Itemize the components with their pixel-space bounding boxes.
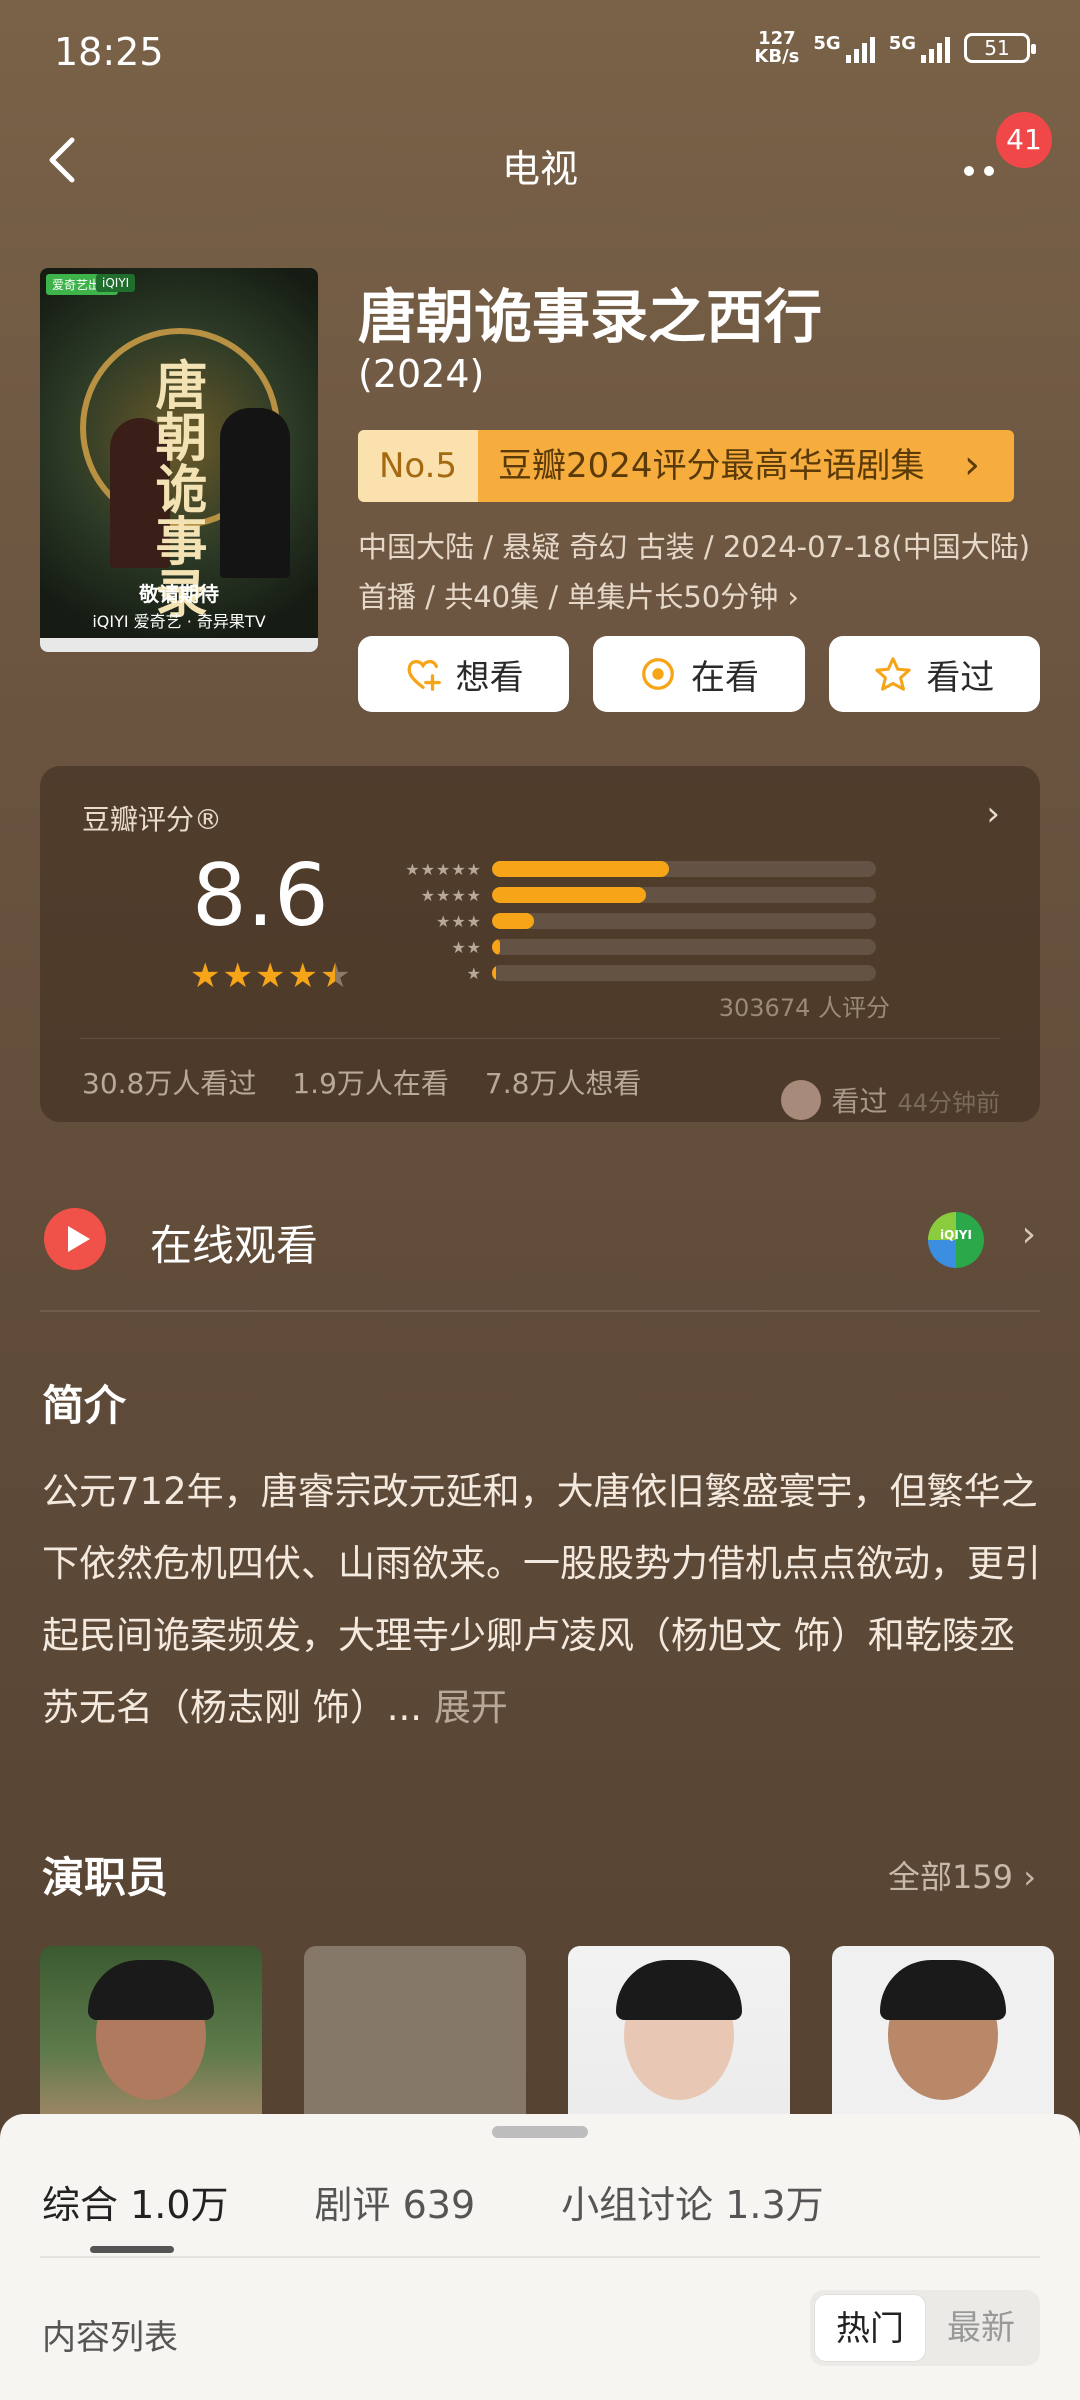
tab-overview[interactable]: 综合 1.0万 [42,2174,229,2229]
watch-online-label: 在线观看 [150,1221,319,1270]
rating-card[interactable]: 豆瓣评分® › 8.6 ★ ★ ★ ★ ★ ★★★★★ ★★★★ ★★★ ★★ ★ 30… [40,766,1040,1122]
dot-icon [964,166,974,176]
my-status: 看过 44分钟前 [781,1080,1000,1120]
want-to-watch-button[interactable]: 想看 [358,636,570,712]
cast-all-link[interactable]: 全部159 › [888,1852,1036,1898]
divider [40,1310,1040,1312]
status-icons: 127 KB/s 5G 5G 51 [754,28,1036,67]
rating-bar-track [492,965,876,981]
drag-handle[interactable] [492,2126,588,2138]
bottom-sheet: 综合 1.0万 剧评 639 小组讨论 1.3万 内容列表 热门 最新 [0,2114,1080,2400]
tab-indicator [90,2246,174,2253]
sort-latest-button[interactable]: 最新 [926,2294,1036,2362]
chevron-right-icon: › [964,430,1014,502]
watching-count: 1.9万人在看 [292,1067,449,1100]
intro-text: 公元712年，唐睿宗改元延和，大唐依旧繁盛寰宇，但繁华之下依然危机四伏、山雨欲来… [42,1470,1041,1729]
star-icon: ★ [190,956,221,996]
rating-distribution-row: ★★★ [392,908,932,934]
chevron-right-icon: › [1021,1214,1036,1255]
rating-distribution: ★★★★★ ★★★★ ★★★ ★★ ★ [392,856,932,986]
half-star-icon: ★ [319,956,351,996]
rating-bar-track [492,913,876,929]
my-status-time: 44分钟前 [897,1088,1000,1117]
rank-number: No.5 [358,430,478,502]
rating-distribution-row: ★ [392,960,932,986]
dot-icon [984,166,994,176]
rating-bar-track [492,887,876,903]
poster-figure [220,408,290,578]
watch-online-row[interactable]: 在线观看 iQIYI › [40,1200,1040,1280]
rating-bar-fill [492,887,646,903]
iqiyi-icon: iQIYI [928,1212,984,1268]
battery-icon: 51 [964,33,1036,63]
discussion-tabs: 综合 1.0万 剧评 639 小组讨论 1.3万 [42,2174,824,2229]
star-group-icon: ★★★★ [420,885,482,905]
cast-heading: 演职员 [42,1853,169,1902]
sort-hot-button[interactable]: 热门 [814,2294,926,2362]
intro-heading: 简介 [42,1381,127,1430]
rating-distribution-row: ★★ [392,934,932,960]
my-status-label: 看过 [831,1085,888,1118]
rating-distribution-row: ★★★★★ [392,856,932,882]
rating-bar-track [492,939,876,955]
status-bar: 18:25 127 KB/s 5G 5G 51 [0,0,1080,100]
rating-stats: 30.8万人看过 1.9万人在看 7.8万人想看 [82,1062,641,1102]
star-group-icon: ★ [466,963,482,983]
votes-count: 303674 人评分 [718,994,890,1022]
heart-plus-icon [407,659,441,691]
watched-count: 30.8万人看过 [82,1067,257,1100]
divider [40,2256,1040,2258]
cast-photo-hair [88,1960,214,2020]
ranking-banner[interactable]: No.5 豆瓣2024评分最高华语剧集 › [358,430,1014,502]
avatar [781,1080,822,1120]
star-group-icon: ★★★ [435,911,482,931]
status-time: 18:25 [54,30,164,74]
star-icon: ★ [222,956,253,996]
star-outline-icon [875,657,911,691]
show-title: 唐朝诡事录之西行 [358,283,823,351]
rating-distribution-row: ★★★★ [392,882,932,908]
tab-group-discussion[interactable]: 小组讨论 1.3万 [561,2174,824,2229]
watching-button[interactable]: 在看 [593,636,805,712]
show-meta[interactable]: 中国大陆 / 悬疑 奇幻 古装 / 2024-07-18(中国大陆)首播 / 共… [358,522,1048,622]
poster-caption: 敬请期待 [139,582,219,606]
sort-toggle: 热门 最新 [810,2290,1040,2366]
rating-bar-fill [492,913,535,929]
rank-text: 豆瓣2024评分最高华语剧集 [478,430,964,502]
rating-bar-track [492,861,876,877]
divider [80,1038,1000,1039]
network-speed: 127 KB/s [754,28,800,67]
show-year: (2024) [358,352,485,396]
rating-bar-fill [492,939,500,955]
star-group-icon: ★★ [451,937,482,957]
rating-bar-fill [492,965,496,981]
poster-tag: iQIYI [96,274,136,292]
chevron-right-icon: › [986,794,1000,834]
cast-photo-hair [616,1960,742,2020]
star-group-icon: ★★★★★ [405,859,482,879]
content-list-label: 内容列表 [42,2318,178,2358]
rating-bar-fill [492,861,669,877]
watched-button[interactable]: 看过 [828,636,1040,712]
poster-footer [40,638,318,652]
page-title: 电视 [501,147,578,191]
poster-image[interactable]: 爱奇艺出品 iQIYI 唐朝诡事录 敬请期待 iQIYI 爱奇艺 · 奇异果TV [40,268,318,652]
signal-icon-2: 5G [889,33,950,63]
star-icon: ★ [287,956,318,996]
target-icon [642,658,674,690]
top-nav: 电视 41 [0,110,1080,210]
signal-icon: 5G [813,33,875,63]
play-icon [44,1208,106,1270]
notification-badge: 41 [996,112,1052,168]
action-buttons: 想看 在看 看过 [358,636,1040,712]
expand-link[interactable]: 展开 [434,1686,508,1729]
want-count: 7.8万人想看 [484,1067,642,1100]
star-icon: ★ [254,956,286,996]
rating-score: 8.6 [192,846,329,946]
rating-label: 豆瓣评分® [82,803,223,836]
poster-platforms: iQIYI 爱奇艺 · 奇异果TV [92,612,266,631]
tab-reviews[interactable]: 剧评 639 [315,2174,476,2229]
rating-stars: ★ ★ ★ ★ ★ [190,956,350,996]
cast-photo-hair [880,1960,1006,2020]
